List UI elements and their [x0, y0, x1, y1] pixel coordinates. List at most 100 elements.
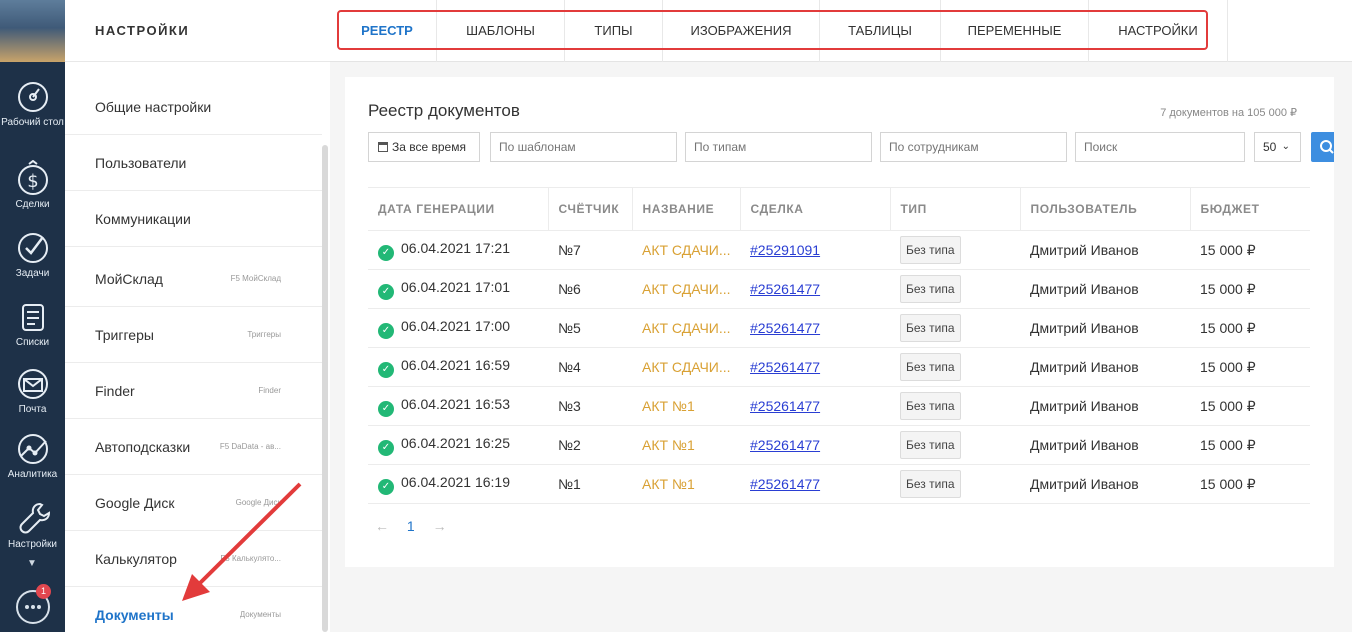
app-nav-rail: Рабочий стол $ Сделки Задачи Списки Почт… [0, 0, 65, 632]
tab-registry[interactable]: РЕЕСТР [338, 0, 437, 62]
rail-item-deals[interactable]: $ Сделки [0, 160, 65, 211]
sidebar-item-users[interactable]: Пользователи [65, 135, 322, 191]
table-row[interactable]: ✓ 06.04.2021 16:19 №1 АКТ №1 #25261477 Без ти… [368, 464, 1310, 504]
column-header-name[interactable]: НАЗВАНИЕ [632, 187, 741, 231]
rail-item-label: Рабочий стол [1, 117, 64, 128]
document-name-link[interactable]: АКТ СДАЧИ... [642, 320, 731, 336]
cell-type: Без типа [890, 308, 1020, 348]
rail-header-image [0, 0, 65, 62]
cell-deal: #25261477 [740, 308, 890, 348]
sidebar-scrollbar[interactable] [322, 145, 328, 632]
deal-link[interactable]: #25261477 [750, 359, 820, 375]
tab-types[interactable]: ТИПЫ [565, 0, 663, 62]
page-1-link[interactable]: 1 [407, 518, 415, 534]
sidebar-item-sublabel: Триггеры [247, 330, 281, 339]
tab-images[interactable]: ИЗОБРАЖЕНИЯ [663, 0, 820, 62]
type-badge: Без типа [900, 275, 961, 303]
sidebar-item-autosuggest[interactable]: Автоподсказки F5 DaData - ав... [65, 419, 322, 475]
document-name-link[interactable]: АКТ СДАЧИ... [642, 359, 731, 375]
column-header-type[interactable]: ТИП [890, 187, 1021, 231]
type-badge: Без типа [900, 314, 961, 342]
deal-link[interactable]: #25261477 [750, 476, 820, 492]
type-badge: Без типа [900, 392, 961, 420]
column-header-counter[interactable]: СЧЁТЧИК [548, 187, 633, 231]
type-badge: Без типа [900, 236, 961, 264]
cell-date: ✓ 06.04.2021 16:53 [368, 386, 548, 426]
cell-date: ✓ 06.04.2021 17:00 [368, 308, 548, 348]
column-header-budget[interactable]: БЮДЖЕТ [1190, 187, 1310, 231]
rail-item-mail[interactable]: Почта [0, 367, 65, 416]
rail-item-dashboard[interactable]: Рабочий стол [0, 80, 65, 129]
chevron-down-icon[interactable]: ▼ [27, 558, 37, 569]
column-header-date[interactable]: ДАТА ГЕНЕРАЦИИ [368, 187, 549, 231]
date-filter-button[interactable]: За все время [368, 132, 480, 162]
status-ok-icon: ✓ [378, 400, 394, 417]
tab-settings[interactable]: НАСТРОЙКИ [1089, 0, 1228, 62]
cell-user: Дмитрий Иванов [1020, 386, 1190, 426]
rail-item-label: Задачи [15, 268, 50, 279]
document-name-link[interactable]: АКТ СДАЧИ... [642, 281, 731, 297]
calendar-icon [378, 142, 388, 152]
tab-tables[interactable]: ТАБЛИЦЫ [820, 0, 941, 62]
per-page-select[interactable]: 50 ⌄ [1254, 132, 1301, 162]
rail-item-settings[interactable]: Настройки [0, 500, 65, 551]
column-header-user[interactable]: ПОЛЬЗОВАТЕЛЬ [1020, 187, 1191, 231]
document-name-link[interactable]: АКТ №1 [642, 437, 695, 453]
rail-item-tasks[interactable]: Задачи [0, 231, 65, 280]
sidebar-item-label: Автоподсказки [95, 439, 191, 455]
date-filter-label: За все время [392, 140, 466, 154]
table-header-row: ДАТА ГЕНЕРАЦИИ СЧЁТЧИК НАЗВАНИЕ СДЕЛКА Т… [368, 187, 1310, 231]
cell-name: АКТ СДАЧИ... [632, 347, 740, 387]
sidebar-item-triggers[interactable]: Триггеры Триггеры [65, 307, 322, 363]
cell-budget: 15 000 ₽ [1190, 230, 1310, 270]
cell-user: Дмитрий Иванов [1020, 308, 1190, 348]
cell-date: ✓ 06.04.2021 16:19 [368, 464, 548, 504]
rail-item-analytics[interactable]: Аналитика [0, 432, 65, 481]
deal-link[interactable]: #25261477 [750, 281, 820, 297]
pagination: ← 1 → [375, 518, 461, 534]
status-ok-icon: ✓ [378, 439, 394, 456]
document-name-link[interactable]: АКТ №1 [642, 476, 695, 492]
document-name-link[interactable]: АКТ СДАЧИ... [642, 242, 731, 258]
table-row[interactable]: ✓ 06.04.2021 16:59 №4 АКТ СДАЧИ... #25261477… [368, 347, 1310, 387]
cell-budget: 15 000 ₽ [1190, 308, 1310, 348]
cell-budget: 15 000 ₽ [1190, 464, 1310, 504]
date-value: 06.04.2021 16:53 [401, 395, 510, 412]
type-badge: Без типа [900, 431, 961, 459]
cell-type: Без типа [890, 230, 1020, 270]
table-row[interactable]: ✓ 06.04.2021 17:21 №7 АКТ СДАЧИ... #25291091… [368, 230, 1310, 270]
sidebar-item-communications[interactable]: Коммуникации [65, 191, 322, 247]
users-filter-input[interactable] [880, 132, 1067, 162]
column-header-deal[interactable]: СДЕЛКА [740, 187, 891, 231]
deal-link[interactable]: #25261477 [750, 437, 820, 453]
sidebar-item-label: Триггеры [95, 327, 154, 343]
tab-variables[interactable]: ПЕРЕМЕННЫЕ [941, 0, 1089, 62]
next-page-arrow[interactable]: → [433, 518, 447, 534]
search-input[interactable] [1075, 132, 1245, 162]
cell-type: Без типа [890, 425, 1020, 465]
document-name-link[interactable]: АКТ №1 [642, 398, 695, 414]
sidebar-item-finder[interactable]: Finder Finder [65, 363, 322, 419]
cell-counter: №1 [548, 464, 632, 504]
prev-page-arrow[interactable]: ← [375, 518, 389, 534]
sidebar-item-moysklad[interactable]: МойСклад F5 МойСклад [65, 251, 322, 307]
analytics-icon [17, 434, 48, 464]
types-filter-input[interactable] [685, 132, 872, 162]
table-row[interactable]: ✓ 06.04.2021 17:00 №5 АКТ СДАЧИ... #25261477… [368, 308, 1310, 348]
templates-filter-input[interactable] [490, 132, 677, 162]
table-row[interactable]: ✓ 06.04.2021 16:53 №3 АКТ №1 #25261477 Без ти… [368, 386, 1310, 426]
chevron-down-icon: ⌄ [1281, 141, 1290, 152]
sidebar-item-general[interactable]: Общие настройки [65, 79, 322, 135]
date-value: 06.04.2021 17:21 [401, 239, 510, 256]
table-row[interactable]: ✓ 06.04.2021 17:01 №6 АКТ СДАЧИ... #25261477… [368, 269, 1310, 309]
deal-link[interactable]: #25291091 [750, 242, 820, 258]
rail-item-lists[interactable]: Списки [0, 300, 65, 349]
deal-link[interactable]: #25261477 [750, 398, 820, 414]
tab-templates[interactable]: ШАБЛОНЫ [437, 0, 565, 62]
sidebar-item-label: Finder [95, 383, 135, 399]
table-row[interactable]: ✓ 06.04.2021 16:25 №2 АКТ №1 #25261477 Без ти… [368, 425, 1310, 465]
top-tab-bar: РЕЕСТР ШАБЛОНЫ ТИПЫ ИЗОБРАЖЕНИЯ ТАБЛИЦЫ … [330, 0, 1352, 62]
deal-link[interactable]: #25261477 [750, 320, 820, 336]
search-button[interactable] [1311, 132, 1334, 162]
cell-user: Дмитрий Иванов [1020, 425, 1190, 465]
